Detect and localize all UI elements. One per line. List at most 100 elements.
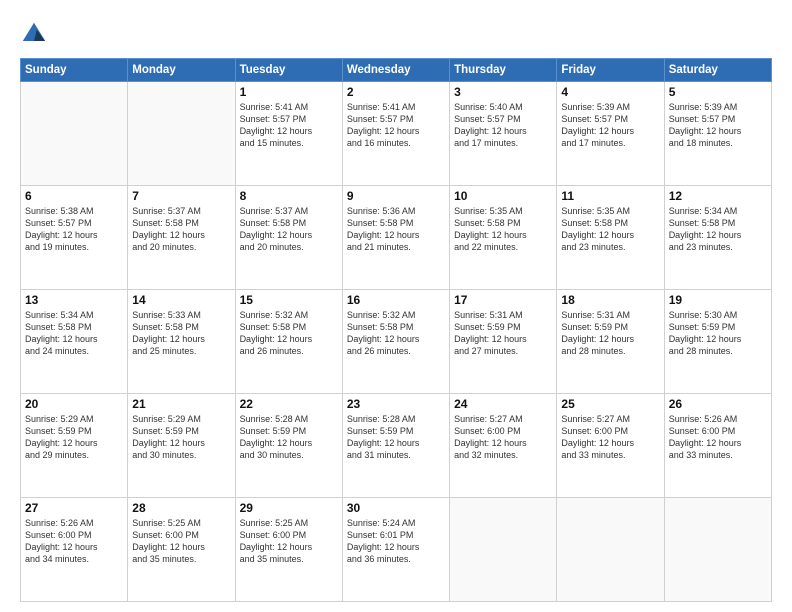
calendar-cell: 12 Sunrise: 5:34 AM Sunset: 5:58 PM Dayli… [664,186,771,290]
day-number: 11 [561,189,659,203]
day-info: Sunrise: 5:25 AM Sunset: 6:00 PM Dayligh… [240,517,338,566]
day-info: Sunrise: 5:41 AM Sunset: 5:57 PM Dayligh… [240,101,338,150]
calendar-week-4: 20 Sunrise: 5:29 AM Sunset: 5:59 PM Dayli… [21,394,772,498]
day-info: Sunrise: 5:34 AM Sunset: 5:58 PM Dayligh… [669,205,767,254]
calendar-cell: 29 Sunrise: 5:25 AM Sunset: 6:00 PM Dayli… [235,498,342,602]
calendar-week-5: 27 Sunrise: 5:26 AM Sunset: 6:00 PM Dayli… [21,498,772,602]
calendar-cell: 24 Sunrise: 5:27 AM Sunset: 6:00 PM Dayli… [450,394,557,498]
weekday-header-monday: Monday [128,59,235,82]
day-info: Sunrise: 5:27 AM Sunset: 6:00 PM Dayligh… [454,413,552,462]
day-number: 4 [561,85,659,99]
calendar-cell: 13 Sunrise: 5:34 AM Sunset: 5:58 PM Dayli… [21,290,128,394]
weekday-header-friday: Friday [557,59,664,82]
calendar-cell: 30Sunrise: 5:24 AM Sunset: 6:01 PM Dayli… [342,498,449,602]
day-info: Sunrise: 5:30 AM Sunset: 5:59 PM Dayligh… [669,309,767,358]
logo-icon [20,20,48,48]
calendar-cell: 17Sunrise: 5:31 AM Sunset: 5:59 PM Dayli… [450,290,557,394]
calendar-cell: 4 Sunrise: 5:39 AM Sunset: 5:57 PM Daylig… [557,82,664,186]
day-info: Sunrise: 5:31 AM Sunset: 5:59 PM Dayligh… [561,309,659,358]
calendar-body: 1 Sunrise: 5:41 AM Sunset: 5:57 PM Daylig… [21,82,772,602]
calendar-cell: 16 Sunrise: 5:32 AM Sunset: 5:58 PM Dayli… [342,290,449,394]
calendar-cell [21,82,128,186]
day-number: 7 [132,189,230,203]
day-number: 12 [669,189,767,203]
weekday-header-thursday: Thursday [450,59,557,82]
calendar-cell: 18 Sunrise: 5:31 AM Sunset: 5:59 PM Dayli… [557,290,664,394]
calendar-cell [664,498,771,602]
page: SundayMondayTuesdayWednesdayThursdayFrid… [0,0,792,612]
weekday-header-saturday: Saturday [664,59,771,82]
day-info: Sunrise: 5:29 AM Sunset: 5:59 PM Dayligh… [132,413,230,462]
calendar-cell: 21Sunrise: 5:29 AM Sunset: 5:59 PM Dayli… [128,394,235,498]
calendar-cell: 27 Sunrise: 5:26 AM Sunset: 6:00 PM Dayli… [21,498,128,602]
day-number: 20 [25,397,123,411]
calendar-cell: 3 Sunrise: 5:40 AM Sunset: 5:57 PM Daylig… [450,82,557,186]
calendar-cell: 5Sunrise: 5:39 AM Sunset: 5:57 PM Daylig… [664,82,771,186]
day-number: 17 [454,293,552,307]
calendar-header: SundayMondayTuesdayWednesdayThursdayFrid… [21,59,772,82]
day-info: Sunrise: 5:29 AM Sunset: 5:59 PM Dayligh… [25,413,123,462]
calendar-cell: 23 Sunrise: 5:28 AM Sunset: 5:59 PM Dayli… [342,394,449,498]
day-number: 6 [25,189,123,203]
day-info: Sunrise: 5:32 AM Sunset: 5:58 PM Dayligh… [240,309,338,358]
calendar-cell: 11 Sunrise: 5:35 AM Sunset: 5:58 PM Dayli… [557,186,664,290]
weekday-row: SundayMondayTuesdayWednesdayThursdayFrid… [21,59,772,82]
day-number: 27 [25,501,123,515]
day-number: 24 [454,397,552,411]
day-info: Sunrise: 5:40 AM Sunset: 5:57 PM Dayligh… [454,101,552,150]
calendar-cell [450,498,557,602]
calendar-cell: 7 Sunrise: 5:37 AM Sunset: 5:58 PM Daylig… [128,186,235,290]
day-number: 22 [240,397,338,411]
weekday-header-tuesday: Tuesday [235,59,342,82]
day-number: 15 [240,293,338,307]
day-number: 5 [669,85,767,99]
weekday-header-sunday: Sunday [21,59,128,82]
day-info: Sunrise: 5:26 AM Sunset: 6:00 PM Dayligh… [25,517,123,566]
header [20,18,772,48]
day-number: 3 [454,85,552,99]
day-number: 30 [347,501,445,515]
day-number: 26 [669,397,767,411]
calendar-cell [557,498,664,602]
day-number: 29 [240,501,338,515]
calendar-cell: 6Sunrise: 5:38 AM Sunset: 5:57 PM Daylig… [21,186,128,290]
day-number: 2 [347,85,445,99]
day-number: 8 [240,189,338,203]
day-info: Sunrise: 5:26 AM Sunset: 6:00 PM Dayligh… [669,413,767,462]
calendar-cell: 9Sunrise: 5:36 AM Sunset: 5:58 PM Daylig… [342,186,449,290]
calendar-cell: 19 Sunrise: 5:30 AM Sunset: 5:59 PM Dayli… [664,290,771,394]
day-info: Sunrise: 5:37 AM Sunset: 5:58 PM Dayligh… [240,205,338,254]
calendar-week-3: 13 Sunrise: 5:34 AM Sunset: 5:58 PM Dayli… [21,290,772,394]
day-info: Sunrise: 5:25 AM Sunset: 6:00 PM Dayligh… [132,517,230,566]
day-info: Sunrise: 5:32 AM Sunset: 5:58 PM Dayligh… [347,309,445,358]
day-number: 13 [25,293,123,307]
weekday-header-wednesday: Wednesday [342,59,449,82]
day-info: Sunrise: 5:28 AM Sunset: 5:59 PM Dayligh… [347,413,445,462]
day-info: Sunrise: 5:33 AM Sunset: 5:58 PM Dayligh… [132,309,230,358]
day-info: Sunrise: 5:36 AM Sunset: 5:58 PM Dayligh… [347,205,445,254]
day-number: 18 [561,293,659,307]
day-number: 1 [240,85,338,99]
day-number: 10 [454,189,552,203]
day-info: Sunrise: 5:39 AM Sunset: 5:57 PM Dayligh… [561,101,659,150]
calendar-cell [128,82,235,186]
calendar-cell: 26 Sunrise: 5:26 AM Sunset: 6:00 PM Dayli… [664,394,771,498]
day-info: Sunrise: 5:37 AM Sunset: 5:58 PM Dayligh… [132,205,230,254]
day-info: Sunrise: 5:35 AM Sunset: 5:58 PM Dayligh… [561,205,659,254]
calendar-cell: 1 Sunrise: 5:41 AM Sunset: 5:57 PM Daylig… [235,82,342,186]
calendar-cell: 20 Sunrise: 5:29 AM Sunset: 5:59 PM Dayli… [21,394,128,498]
calendar-week-1: 1 Sunrise: 5:41 AM Sunset: 5:57 PM Daylig… [21,82,772,186]
calendar-cell: 14 Sunrise: 5:33 AM Sunset: 5:58 PM Dayli… [128,290,235,394]
day-number: 16 [347,293,445,307]
calendar-cell: 10Sunrise: 5:35 AM Sunset: 5:58 PM Dayli… [450,186,557,290]
calendar-table: SundayMondayTuesdayWednesdayThursdayFrid… [20,58,772,602]
day-number: 14 [132,293,230,307]
day-info: Sunrise: 5:27 AM Sunset: 6:00 PM Dayligh… [561,413,659,462]
calendar-week-2: 6Sunrise: 5:38 AM Sunset: 5:57 PM Daylig… [21,186,772,290]
day-number: 23 [347,397,445,411]
calendar-cell: 15 Sunrise: 5:32 AM Sunset: 5:58 PM Dayli… [235,290,342,394]
day-info: Sunrise: 5:41 AM Sunset: 5:57 PM Dayligh… [347,101,445,150]
day-info: Sunrise: 5:34 AM Sunset: 5:58 PM Dayligh… [25,309,123,358]
day-number: 19 [669,293,767,307]
calendar-cell: 8 Sunrise: 5:37 AM Sunset: 5:58 PM Daylig… [235,186,342,290]
